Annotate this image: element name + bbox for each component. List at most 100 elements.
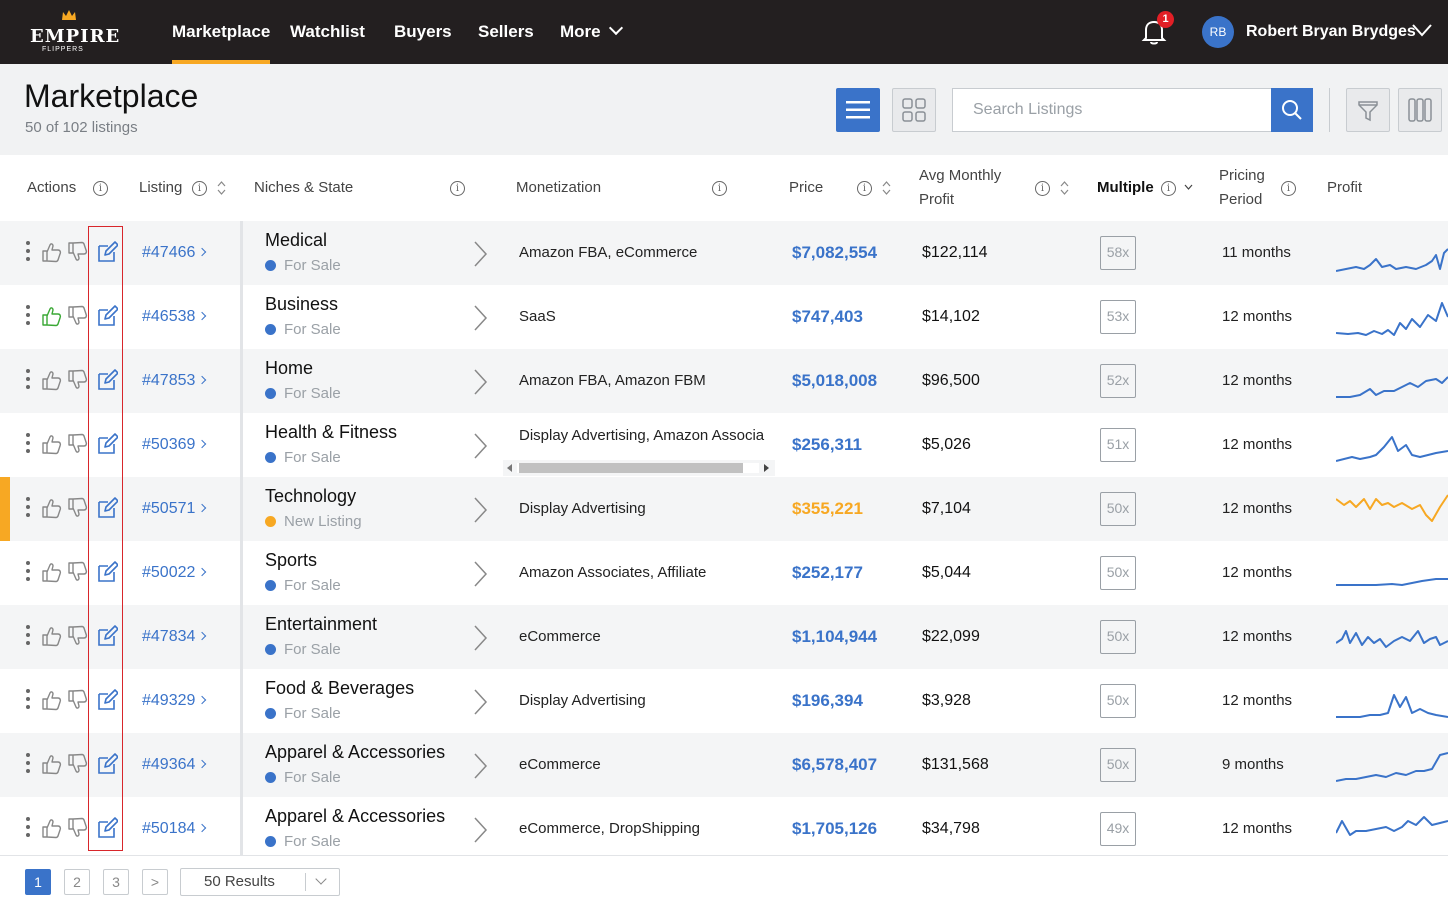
price[interactable]: $747,403	[792, 305, 863, 329]
edit-note-icon[interactable]	[96, 497, 118, 519]
thumbs-up-icon[interactable]	[40, 625, 62, 647]
info-icon[interactable]: i	[93, 181, 108, 196]
nav-watchlist[interactable]: Watchlist	[290, 0, 365, 64]
info-icon[interactable]: i	[1035, 181, 1050, 196]
edit-note-icon[interactable]	[96, 753, 118, 775]
nav-sellers[interactable]: Sellers	[478, 0, 534, 64]
page-1-button[interactable]: 1	[25, 869, 51, 895]
more-actions-icon[interactable]	[26, 241, 30, 265]
more-actions-icon[interactable]	[26, 817, 30, 841]
table-row[interactable]: #47834 Entertainment For Sale eCommerce …	[0, 605, 1448, 669]
sort-desc-icon[interactable]	[1184, 183, 1193, 197]
edit-note-icon[interactable]	[96, 817, 118, 839]
thumbs-up-icon[interactable]	[40, 753, 62, 775]
thumbs-up-icon[interactable]	[40, 241, 62, 263]
chevron-right-icon[interactable]	[472, 433, 488, 459]
edit-note-icon[interactable]	[96, 561, 118, 583]
search-input[interactable]	[952, 88, 1272, 132]
thumbs-up-icon[interactable]	[40, 689, 62, 711]
listing-id-link[interactable]: #50369	[142, 433, 207, 457]
info-icon[interactable]: i	[857, 181, 872, 196]
more-actions-icon[interactable]	[26, 305, 30, 329]
nav-marketplace[interactable]: Marketplace	[172, 0, 271, 64]
columns-button[interactable]	[1398, 88, 1442, 132]
thumbs-down-icon[interactable]	[66, 625, 88, 647]
thumbs-down-icon[interactable]	[66, 817, 88, 839]
thumbs-up-icon[interactable]	[40, 369, 62, 391]
col-avg-profit-line2[interactable]: Profit	[919, 188, 954, 212]
info-icon[interactable]: i	[1161, 181, 1176, 196]
chevron-down-icon[interactable]	[1412, 20, 1432, 40]
thumbs-down-icon[interactable]	[66, 369, 88, 391]
col-multiple[interactable]: Multiple	[1097, 176, 1154, 200]
chevron-right-icon[interactable]	[472, 625, 488, 651]
listing-id-link[interactable]: #49329	[142, 689, 207, 713]
chevron-right-icon[interactable]	[472, 241, 488, 267]
listing-id-link[interactable]: #46538	[142, 305, 207, 329]
user-name[interactable]: Robert Bryan Brydges	[1246, 0, 1416, 64]
more-actions-icon[interactable]	[26, 369, 30, 393]
thumbs-down-icon[interactable]	[66, 433, 88, 455]
edit-note-icon[interactable]	[96, 689, 118, 711]
more-actions-icon[interactable]	[26, 625, 30, 649]
price[interactable]: $355,221	[792, 497, 863, 521]
thumbs-down-icon[interactable]	[66, 497, 88, 519]
listing-id-link[interactable]: #47853	[142, 369, 207, 393]
table-row[interactable]: #46538 Business For Sale SaaS $747,403 $…	[0, 285, 1448, 349]
thumbs-up-icon[interactable]	[40, 433, 62, 455]
chevron-right-icon[interactable]	[472, 753, 488, 779]
thumbs-up-icon[interactable]	[40, 305, 62, 327]
listing-id-link[interactable]: #47466	[142, 241, 207, 265]
table-row[interactable]: #49364 Apparel & Accessories For Sale eC…	[0, 733, 1448, 797]
thumbs-up-icon[interactable]	[40, 817, 62, 839]
price[interactable]: $5,018,008	[792, 369, 877, 393]
scroll-thumb[interactable]	[519, 463, 743, 473]
grid-view-button[interactable]	[892, 88, 936, 132]
edit-note-icon[interactable]	[96, 369, 118, 391]
scroll-right-arrow-icon[interactable]	[764, 464, 769, 472]
price[interactable]: $252,177	[792, 561, 863, 585]
edit-note-icon[interactable]	[96, 433, 118, 455]
more-actions-icon[interactable]	[26, 433, 30, 457]
more-actions-icon[interactable]	[26, 753, 30, 777]
page-3-button[interactable]: 3	[103, 869, 129, 895]
nav-more[interactable]: More	[560, 0, 623, 64]
sort-icon[interactable]	[217, 181, 226, 195]
more-actions-icon[interactable]	[26, 497, 30, 521]
page-2-button[interactable]: 2	[64, 869, 90, 895]
more-actions-icon[interactable]	[26, 561, 30, 585]
edit-note-icon[interactable]	[96, 241, 118, 263]
empire-flippers-logo[interactable]: EMPIRE FLIPPERS	[30, 10, 119, 54]
results-per-page-select[interactable]: 50 Results	[180, 868, 340, 896]
col-price[interactable]: Price	[789, 176, 823, 200]
info-icon[interactable]: i	[1281, 181, 1296, 196]
thumbs-down-icon[interactable]	[66, 561, 88, 583]
sort-icon[interactable]	[1060, 181, 1069, 195]
thumbs-up-icon[interactable]	[40, 497, 62, 519]
chevron-right-icon[interactable]	[472, 497, 488, 523]
thumbs-down-icon[interactable]	[66, 305, 88, 327]
next-page-button[interactable]: >	[142, 869, 168, 895]
chevron-right-icon[interactable]	[472, 689, 488, 715]
thumbs-down-icon[interactable]	[66, 753, 88, 775]
listing-id-link[interactable]: #50022	[142, 561, 207, 585]
col-avg-profit-line1[interactable]: Avg Monthly	[919, 164, 1001, 188]
edit-note-icon[interactable]	[96, 305, 118, 327]
col-listing[interactable]: Listing	[139, 176, 182, 200]
list-view-button[interactable]	[836, 88, 880, 132]
chevron-right-icon[interactable]	[472, 561, 488, 587]
listing-id-link[interactable]: #47834	[142, 625, 207, 649]
thumbs-down-icon[interactable]	[66, 689, 88, 711]
price[interactable]: $1,705,126	[792, 817, 877, 841]
info-icon[interactable]: i	[192, 181, 207, 196]
table-row[interactable]: #47466 Medical For Sale Amazon FBA, eCom…	[0, 221, 1448, 285]
avatar[interactable]: RB	[1202, 16, 1234, 48]
scroll-left-arrow-icon[interactable]	[507, 464, 512, 472]
listing-id-link[interactable]: #50184	[142, 817, 207, 841]
chevron-right-icon[interactable]	[472, 369, 488, 395]
listing-id-link[interactable]: #50571	[142, 497, 207, 521]
chevron-right-icon[interactable]	[472, 305, 488, 331]
filter-button[interactable]	[1346, 88, 1390, 132]
sort-icon[interactable]	[882, 181, 891, 195]
table-row[interactable]: #49329 Food & Beverages For Sale Display…	[0, 669, 1448, 733]
